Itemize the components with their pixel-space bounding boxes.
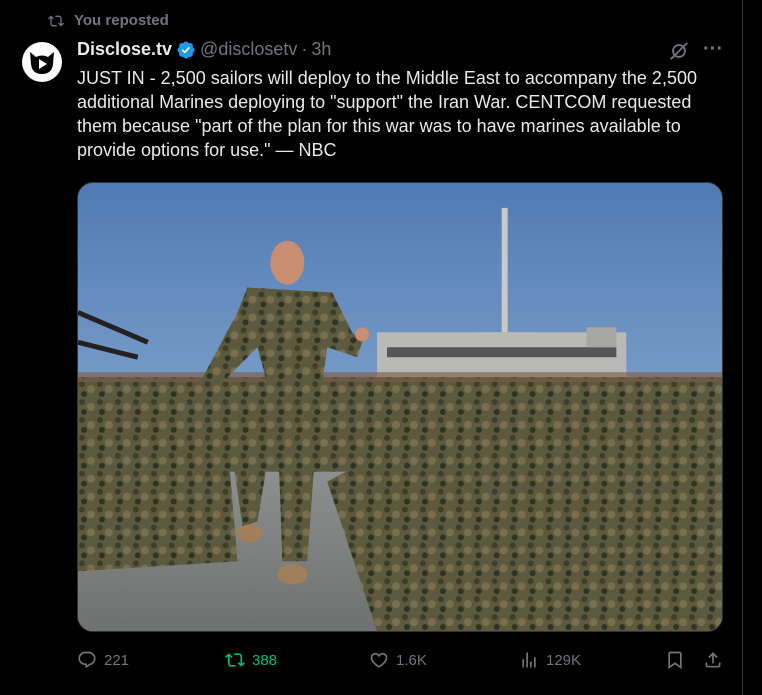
repost-banner-text: You reposted: [74, 12, 169, 29]
share-button[interactable]: [703, 646, 723, 674]
heart-icon: [370, 652, 388, 668]
bookmark-icon: [668, 651, 682, 670]
author-name[interactable]: Disclose.tv: [77, 39, 172, 60]
reply-icon: [78, 651, 96, 669]
separator-dot: ·: [301, 39, 308, 59]
share-icon: [705, 652, 721, 668]
repost-icon: [48, 15, 64, 26]
timeline-border: [742, 0, 743, 695]
photo: [78, 183, 722, 631]
repost-icon: [225, 653, 245, 667]
views-chart-icon: [522, 652, 536, 668]
author-handle[interactable]: @disclosetv: [200, 39, 297, 60]
reply-count: 221: [104, 651, 130, 669]
views-button[interactable]: 129K: [519, 646, 581, 674]
more-options-icon[interactable]: ···: [702, 38, 724, 60]
grok-icon[interactable]: [668, 40, 690, 62]
like-button[interactable]: 1.6K: [369, 646, 427, 674]
tweet-header: Disclose.tv @disclosetv · 3h: [77, 39, 331, 60]
repost-count: 388: [252, 651, 278, 669]
avatar[interactable]: [22, 42, 62, 82]
verified-badge-icon: [177, 40, 195, 59]
tweet-actions: 221 388 1.6K 129K: [77, 646, 727, 674]
views-count: 129K: [546, 651, 582, 669]
tweet-text: JUST IN - 2,500 sailors will deploy to t…: [77, 68, 697, 160]
repost-banner[interactable]: You reposted: [48, 12, 169, 29]
tweet-timestamp[interactable]: 3h: [311, 39, 331, 60]
repost-button[interactable]: 388: [225, 646, 277, 674]
disclose-logo-icon: [30, 52, 54, 74]
tweet-media-image[interactable]: [77, 182, 723, 632]
bookmark-button[interactable]: [665, 646, 685, 674]
reply-button[interactable]: 221: [77, 646, 129, 674]
like-count: 1.6K: [396, 651, 427, 669]
